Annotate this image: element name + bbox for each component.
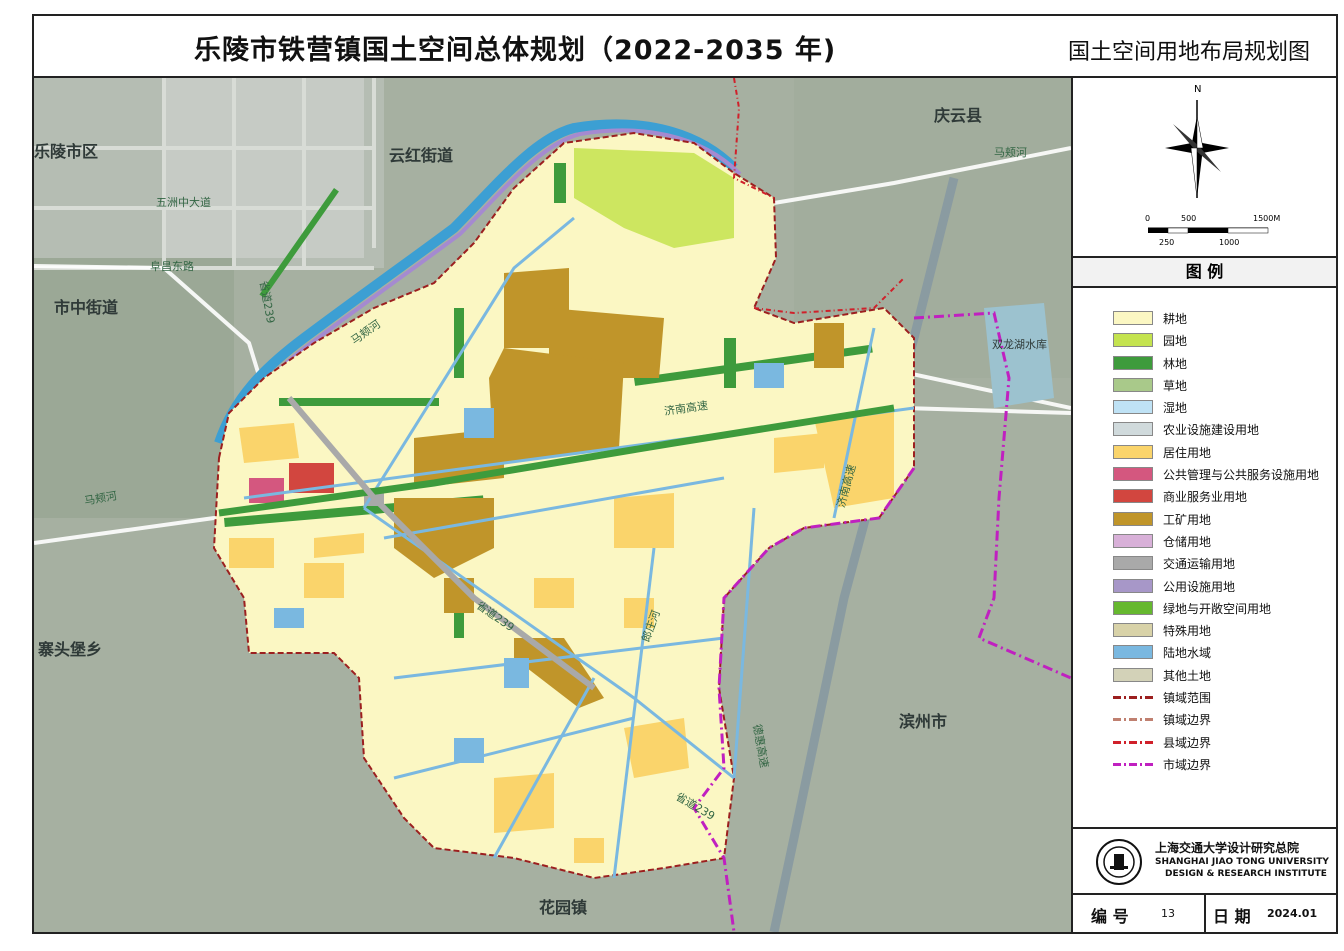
place-yunhong-street: 云红街道 [389,146,454,165]
institute-name-en-line1: SHANGHAI JIAO TONG UNIVERSITY [1155,857,1329,867]
place-zhaitoubao: 寨头堡乡 [38,640,103,659]
legend-label: 公共管理与公共服务设施用地 [1163,468,1320,483]
legend-label: 镇域范围 [1163,691,1212,706]
footer-divider [1204,895,1206,932]
date-value: 2024.01 [1267,907,1318,920]
place-qingyun-county: 庆云县 [934,106,983,125]
legend-label: 交通运输用地 [1163,557,1236,572]
legend-label: 商业服务业用地 [1163,490,1248,505]
page-title: 乐陵市铁营镇国土空间总体规划（2022-2035 年) [194,35,837,66]
land-use-map[interactable]: 乐陵市区 云红街道 庆云县 市中街道 寨头堡乡 滨州市 花园镇 双龙湖水库 五洲… [34,78,1071,932]
legend-swatch [1113,355,1153,370]
legend-swatch [1113,718,1153,722]
legend-label: 陆地水域 [1163,646,1212,661]
legend-swatch [1113,623,1153,638]
legend-swatch [1113,377,1153,392]
institute-name-en-line2: DESIGN & RESEARCH INSTITUTE [1165,869,1327,879]
scale-label-250: 250 [1159,238,1175,247]
legend-swatch [1113,489,1153,504]
place-leling-district: 乐陵市区 [34,142,99,161]
legend-label: 居住用地 [1163,445,1212,460]
legend-label: 公用设施用地 [1163,579,1236,594]
legend-swatch [1113,444,1153,459]
title-bar: 乐陵市铁营镇国土空间总体规划（2022-2035 年) 国土空间用地布局规划图 [34,16,1336,78]
institute-logo-icon [1096,839,1142,885]
legend-swatch [1113,740,1153,744]
scale-label-1000: 1000 [1219,238,1240,247]
north-arrow-icon [1148,100,1269,234]
compass-panel: N 0 500 1500M 250 1000 [1073,78,1336,258]
legend-label: 特殊用地 [1163,624,1212,639]
scale-label-0: 0 [1145,214,1151,223]
legend-swatch [1113,578,1153,593]
legend-swatch [1113,533,1153,548]
map-subtitle: 国土空间用地布局规划图 [1067,40,1310,65]
legend-swatch [1113,400,1153,415]
urban-grid-block [164,78,364,258]
legend-label: 镇域边界 [1163,713,1212,728]
legend-swatch [1113,311,1153,325]
legend-label: 草地 [1163,378,1188,393]
legend-swatch [1113,556,1153,571]
legend-swatch [1113,600,1153,615]
legend-label: 林地 [1163,356,1188,371]
place-huayuan: 花园镇 [539,898,588,917]
legend-label: 工矿用地 [1163,512,1212,527]
legend-label: 其他土地 [1163,668,1212,683]
number-value: 13 [1161,907,1175,920]
legend-label: 市域边界 [1163,757,1212,772]
legend-swatch [1113,696,1153,700]
legend-swatch [1113,467,1153,482]
legend-label: 湿地 [1163,401,1188,416]
legend-swatch [1113,333,1153,348]
legend-label: 县域边界 [1163,735,1212,750]
scale-label-500: 500 [1181,214,1197,223]
legend-title: 图 例 [1073,258,1336,288]
legend-label: 农业设施建设用地 [1163,423,1260,438]
road-label-fuchang: 阜昌东路 [150,260,194,273]
map-sheet-frame: 乐陵市铁营镇国土空间总体规划（2022-2035 年) 国土空间用地布局规划图 [32,14,1338,934]
institute-block: 上海交通大学设计研究总院 SHANGHAI JIAO TONG UNIVERSI… [1073,827,1336,895]
place-shizhong-street: 市中街道 [54,298,119,317]
legend-label: 绿地与开敞空间用地 [1163,601,1272,616]
place-shuanglonghu: 双龙湖水库 [992,338,1047,351]
date-label: 日 期 [1213,907,1251,926]
footer-bar: 编 号 13 日 期 2024.01 [1071,893,1336,932]
side-panel: N 0 500 1500M 250 1000 图 例 耕地园地林地草地湿地农业设… [1071,78,1336,932]
scale-label-1500: 1500M [1253,214,1281,223]
north-label: N [1194,84,1202,95]
legend-swatch [1113,645,1153,660]
legend-swatch [1113,762,1153,766]
number-label: 编 号 [1091,907,1129,926]
legend-swatch [1113,511,1153,526]
road-label-majia-east: 马颊河 [994,146,1027,159]
legend-swatch [1113,422,1153,437]
legend-label: 仓储用地 [1163,534,1212,549]
institute-name-cn: 上海交通大学设计研究总院 [1155,841,1300,855]
legend-label: 园地 [1163,334,1188,349]
road-label-wuzhou: 五洲中大道 [156,196,211,209]
legend-swatch [1113,667,1153,682]
place-binzhou: 滨州市 [899,712,948,731]
legend-label: 耕地 [1163,312,1188,326]
